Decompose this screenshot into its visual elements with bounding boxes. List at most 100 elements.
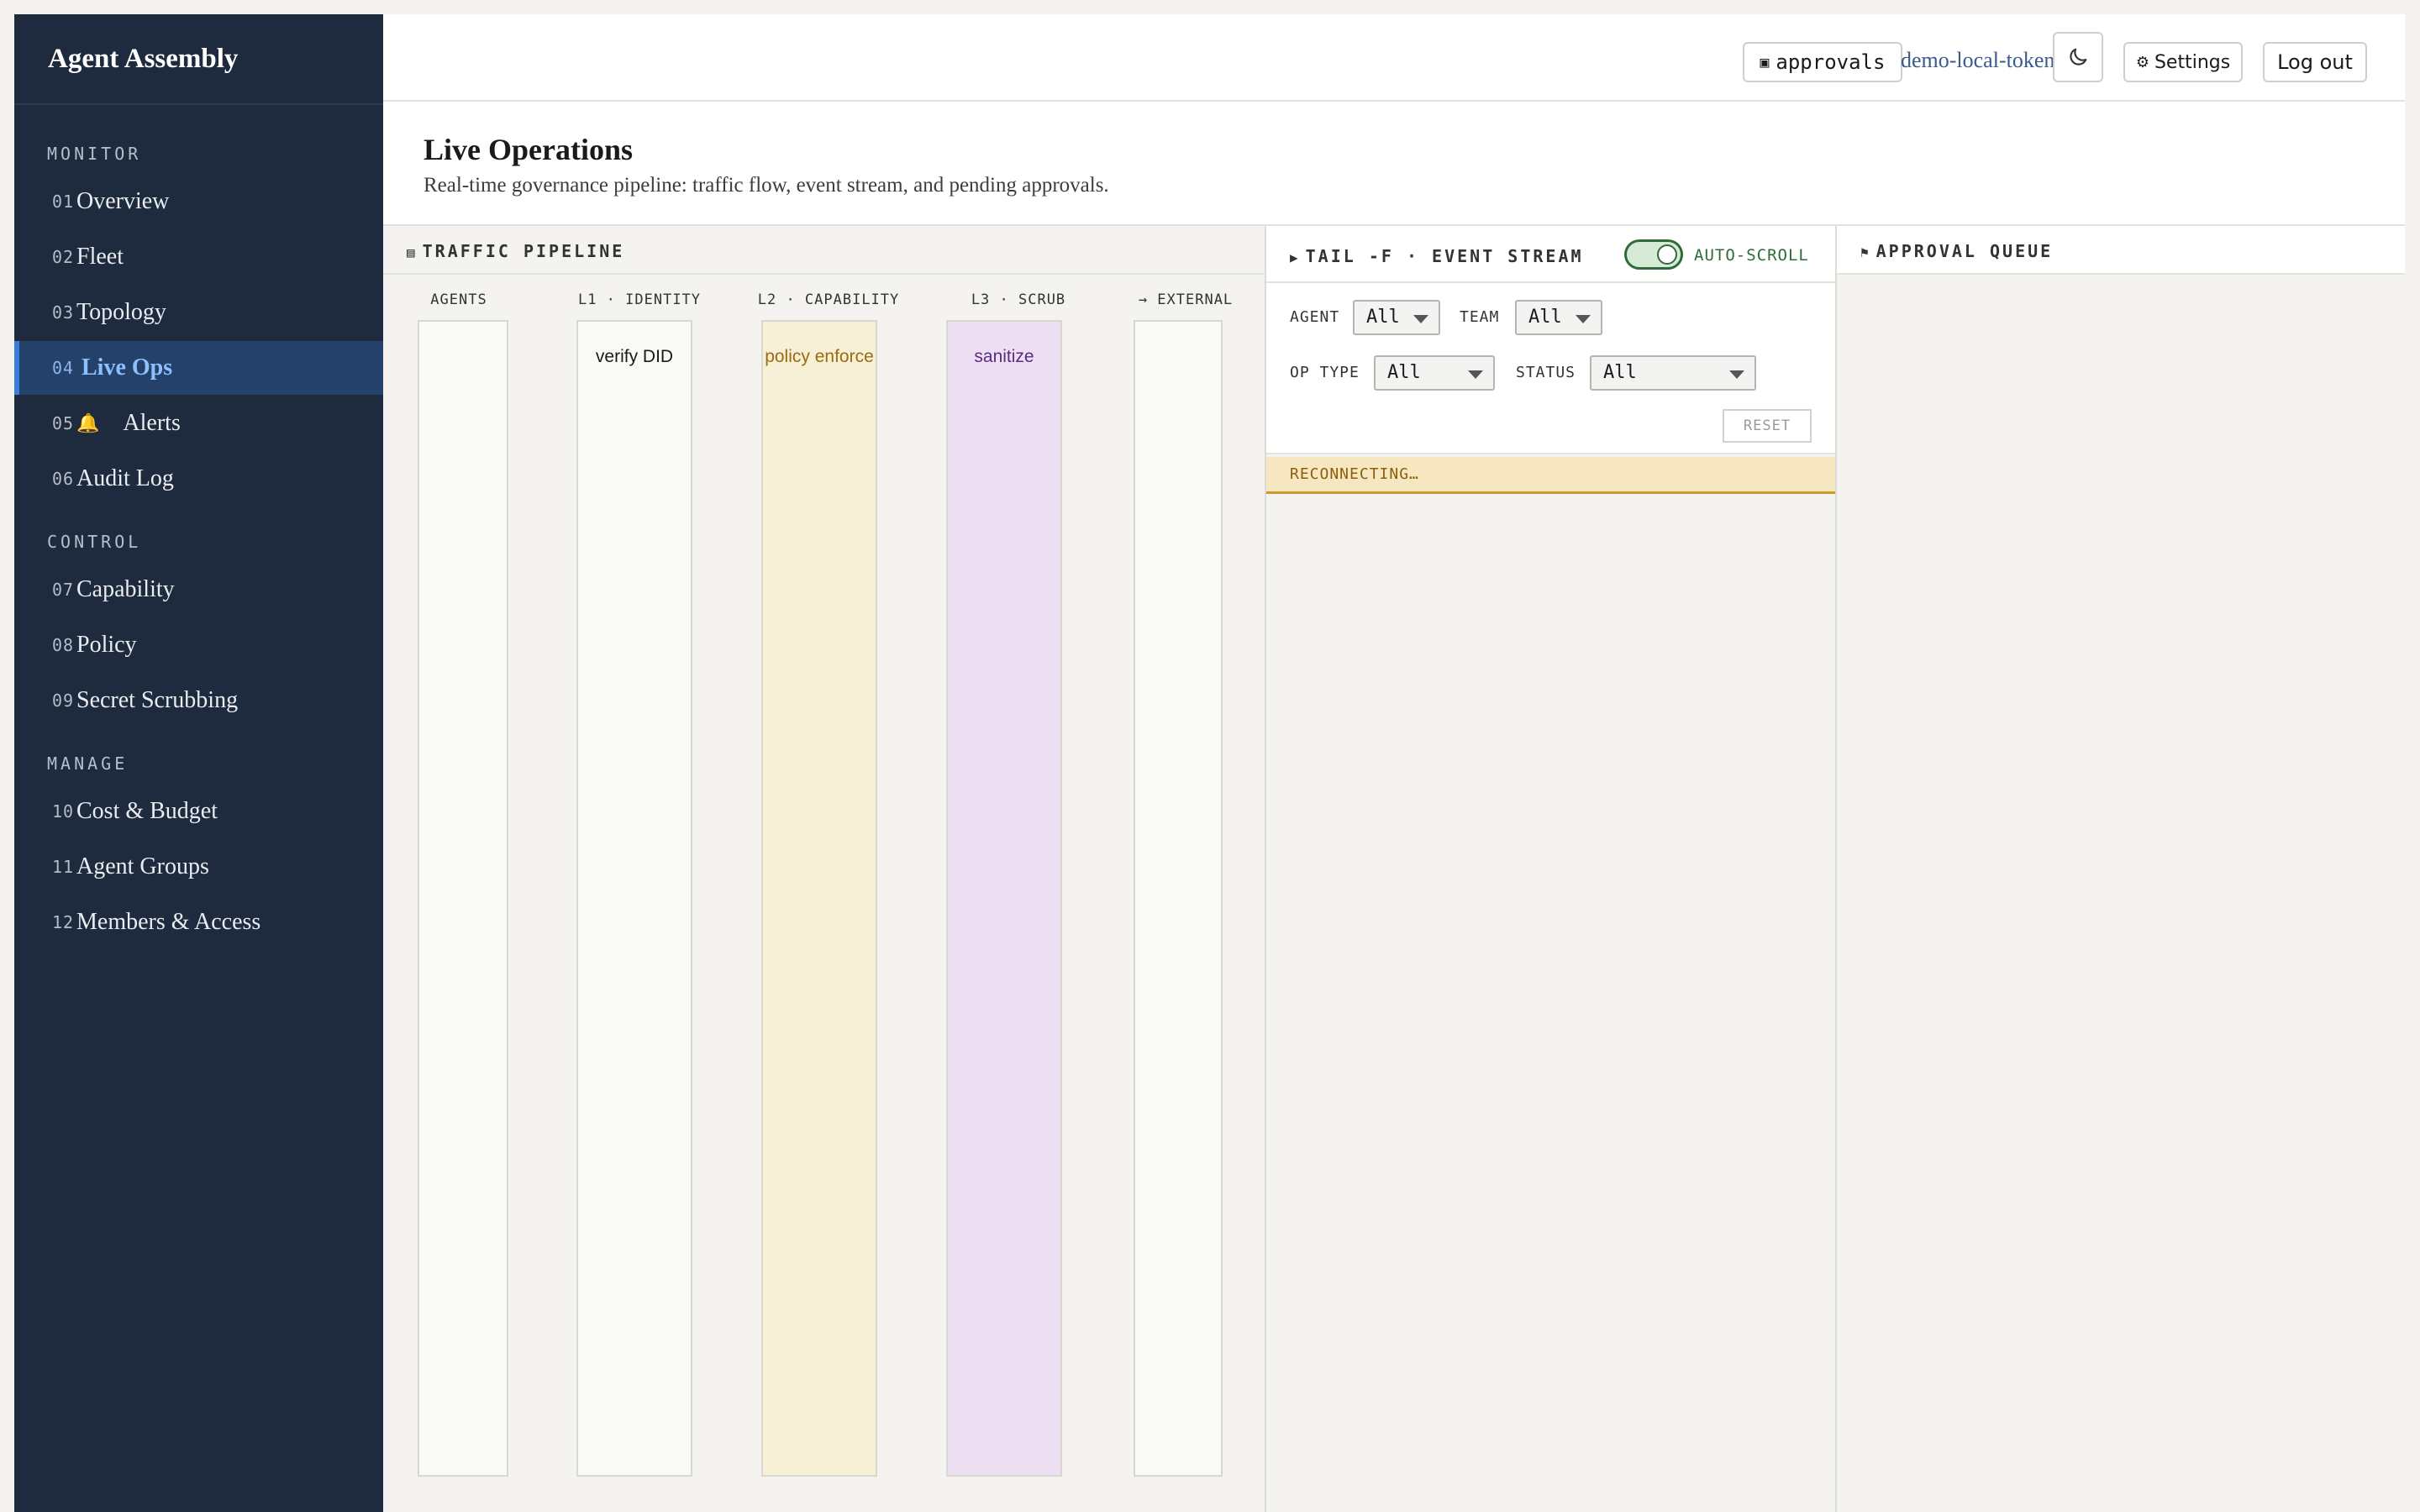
- nav-item-number: 08: [52, 635, 75, 655]
- lane-capability: policy enforce: [761, 320, 877, 1477]
- team-filter-select[interactable]: All: [1515, 300, 1602, 335]
- team-filter-value: All: [1528, 307, 1562, 328]
- nav-item-number: 07: [52, 580, 75, 600]
- status-filter-select[interactable]: All: [1590, 355, 1756, 391]
- lane-identity: verify DID: [576, 320, 692, 1477]
- event-stream-title: TAIL -F · EVENT STREAM: [1305, 246, 1584, 266]
- approval-queue-title: APPROVAL QUEUE: [1876, 241, 2054, 261]
- flag-icon: ⚑: [1860, 244, 1871, 260]
- context-chip-label: approvals: [1776, 50, 1886, 74]
- square-icon: ▣: [1760, 53, 1770, 71]
- nav-item-members-access[interactable]: 12 Members & Access: [14, 895, 383, 949]
- nav-item-topology[interactable]: 03 Topology: [14, 286, 383, 339]
- nav-item-label: Capability: [76, 576, 175, 602]
- op-type-filter-label: OP TYPE: [1290, 364, 1360, 381]
- settings-label: Settings: [2154, 51, 2231, 73]
- token-link[interactable]: demo-local-token: [1901, 48, 2054, 73]
- nav-item-number: 01: [52, 192, 75, 212]
- chevron-down-icon: [1468, 370, 1483, 379]
- nav-item-label: Audit Log: [76, 465, 174, 491]
- event-stream-header: ▶ TAIL -F · EVENT STREAM: [1290, 246, 1584, 266]
- nav-item-capability[interactable]: 07 Capability: [14, 563, 383, 617]
- reconnecting-banner: RECONNECTING…: [1266, 457, 1835, 494]
- nav-item-label: Alerts: [123, 410, 181, 436]
- play-icon: ▶: [1290, 249, 1301, 265]
- chevron-down-icon: [1413, 315, 1428, 323]
- status-filter-label: STATUS: [1516, 364, 1576, 381]
- lane-agents: [418, 320, 508, 1477]
- nav-item-label: Topology: [76, 299, 166, 325]
- filters: AGENT All TEAM All OP TYPE All STATUS Al: [1266, 283, 1835, 454]
- nav-item-agent-groups[interactable]: 11 Agent Groups: [14, 840, 383, 894]
- chevron-down-icon: [1576, 315, 1591, 323]
- event-stream-panel: ▶ TAIL -F · EVENT STREAM AUTO-SCROLL AGEN…: [1266, 226, 1837, 1512]
- nav-item-label: Agent Groups: [76, 853, 209, 879]
- page-title: Live Operations: [424, 133, 633, 166]
- bell-icon: 🔔: [76, 412, 100, 434]
- grid-icon: ▤: [407, 244, 418, 260]
- event-stream-header-bar: ▶ TAIL -F · EVENT STREAM AUTO-SCROLL: [1266, 226, 1835, 283]
- lane-label-identity: L1 · IDENTITY: [577, 291, 702, 308]
- sidebar: Agent Assembly MONITOR 01 Overview 02 Fl…: [14, 14, 383, 1512]
- op-type-filter-select[interactable]: All: [1374, 355, 1495, 391]
- nav-item-number: 11: [52, 857, 75, 877]
- gear-icon: ⚙: [2135, 53, 2149, 71]
- lane-label-agents: AGENTS: [430, 291, 487, 308]
- reset-button[interactable]: RESET: [1723, 409, 1812, 443]
- nav-item-alerts[interactable]: 05 🔔 Alerts: [14, 396, 383, 450]
- nav-item-secret-scrubbing[interactable]: 09 Secret Scrubbing: [14, 674, 383, 727]
- approval-queue-header: ⚑ APPROVAL QUEUE: [1860, 241, 2053, 261]
- traffic-pipeline-title: TRAFFIC PIPELINE: [422, 241, 625, 261]
- nav-item-number: 03: [52, 302, 75, 323]
- moon-icon: [2070, 48, 2087, 66]
- traffic-pipeline-header: ▤ TRAFFIC PIPELINE: [407, 241, 624, 261]
- settings-button[interactable]: ⚙ Settings: [2123, 42, 2243, 82]
- auto-scroll-toggle[interactable]: [1624, 239, 1683, 270]
- status-filter-value: All: [1603, 362, 1637, 383]
- nav-item-policy[interactable]: 08 Policy: [14, 618, 383, 672]
- nav-item-fleet[interactable]: 02 Fleet: [14, 230, 383, 284]
- lane-label-external: → EXTERNAL: [1138, 291, 1234, 308]
- nav-item-cost-budget[interactable]: 10 Cost & Budget: [14, 785, 383, 838]
- agent-filter-label: AGENT: [1290, 308, 1340, 326]
- nav-item-overview[interactable]: 01 Overview: [14, 175, 383, 228]
- nav-item-number: 09: [52, 690, 75, 711]
- agent-filter-value: All: [1366, 307, 1400, 328]
- nav-section-monitor: MONITOR: [47, 144, 142, 164]
- chevron-down-icon: [1729, 370, 1744, 379]
- nav-item-number: 02: [52, 247, 75, 267]
- team-filter-label: TEAM: [1460, 308, 1500, 326]
- nav-item-label: Secret Scrubbing: [76, 687, 239, 713]
- op-type-filter-value: All: [1387, 362, 1421, 383]
- top-bar: ▣ approvals demo-local-token ⚙ Settings …: [383, 14, 2405, 102]
- nav-item-audit-log[interactable]: 06 Audit Log: [14, 452, 383, 506]
- page-header: Live Operations Real-time governance pip…: [383, 102, 2405, 226]
- lane-external: [1134, 320, 1223, 1477]
- page-subtitle: Real-time governance pipeline: traffic f…: [424, 174, 1109, 197]
- agent-filter-select[interactable]: All: [1353, 300, 1440, 335]
- nav-item-label: Members & Access: [76, 909, 261, 935]
- approval-queue-panel: ⚑ APPROVAL QUEUE: [1837, 226, 2405, 1512]
- nav-item-number: 12: [52, 912, 75, 932]
- context-chip[interactable]: ▣ approvals: [1743, 42, 1902, 82]
- nav-item-live-ops[interactable]: 04 Live Ops: [14, 341, 383, 395]
- theme-toggle-button[interactable]: [2053, 32, 2103, 82]
- traffic-pipeline-panel: ▤ TRAFFIC PIPELINE AGENTS L1 · IDENTITY L…: [383, 226, 1266, 1512]
- lane-label-scrub: L3 · SCRUB: [971, 291, 1066, 308]
- lane-scrub: sanitize: [946, 320, 1062, 1477]
- brand-title: Agent Assembly: [14, 14, 383, 105]
- toggle-knob: [1657, 244, 1677, 265]
- auto-scroll-label: AUTO-SCROLL: [1694, 246, 1809, 265]
- nav-item-number: 06: [52, 469, 75, 489]
- divider: [383, 273, 1266, 275]
- nav-item-label: Cost & Budget: [76, 798, 218, 824]
- nav-section-manage: MANAGE: [47, 753, 129, 774]
- nav-item-number: 05: [52, 413, 75, 433]
- logout-button[interactable]: Log out: [2263, 42, 2367, 82]
- nav-item-label: Live Ops: [82, 354, 173, 381]
- approval-queue-header-bar: ⚑ APPROVAL QUEUE: [1837, 226, 2405, 275]
- nav-section-control: CONTROL: [47, 532, 142, 552]
- nav-item-label: Fleet: [76, 244, 124, 270]
- nav-item-label: Overview: [76, 188, 170, 214]
- main-area: ▣ approvals demo-local-token ⚙ Settings …: [383, 14, 2405, 1512]
